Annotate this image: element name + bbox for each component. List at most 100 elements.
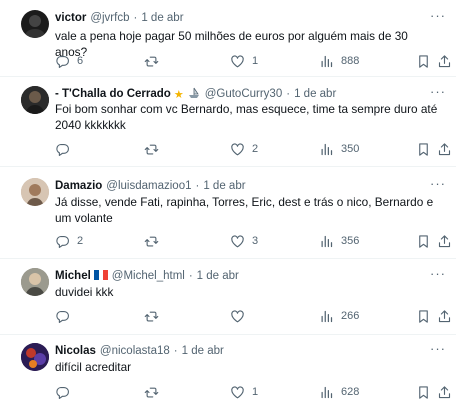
retweet-button[interactable] bbox=[144, 52, 166, 70]
timestamp[interactable]: 1 de abr bbox=[294, 88, 336, 100]
more-icon[interactable]: ··· bbox=[430, 8, 446, 23]
share-button[interactable] bbox=[437, 383, 452, 401]
bookmark-icon bbox=[416, 142, 431, 157]
reply-icon bbox=[55, 234, 70, 249]
bookmark-button[interactable] bbox=[416, 307, 431, 325]
boat-badge-icon bbox=[187, 87, 201, 102]
bookmark-button[interactable] bbox=[416, 383, 431, 401]
separator-dot: · bbox=[173, 345, 178, 357]
timestamp[interactable]: 1 de abr bbox=[182, 345, 224, 357]
separator-dot: · bbox=[286, 88, 291, 100]
like-button[interactable]: 3 bbox=[230, 232, 258, 250]
reply-icon bbox=[55, 54, 70, 69]
more-icon[interactable]: ··· bbox=[430, 176, 446, 191]
tweet-text: Já disse, vende Fati, rapinha, Torres, E… bbox=[55, 195, 434, 225]
tweet[interactable]: - T'Challa do Cerrado ★ @GutoCurry30 · 1… bbox=[0, 77, 456, 167]
views-button[interactable]: 356 bbox=[319, 232, 359, 250]
view-count: 628 bbox=[341, 386, 360, 398]
retweet-icon bbox=[144, 385, 159, 400]
share-button[interactable] bbox=[437, 140, 452, 158]
avatar[interactable] bbox=[21, 343, 49, 371]
bookmark-button[interactable] bbox=[416, 232, 431, 250]
tweet[interactable]: Nicolas @nicolasta18 · 1 de abr ··· difí… bbox=[0, 335, 456, 412]
reply-button[interactable]: 2 bbox=[55, 232, 83, 250]
like-button[interactable]: 2 bbox=[230, 140, 258, 158]
tweet-text: Foi bom sonhar com vc Bernardo, mas esqu… bbox=[55, 102, 438, 132]
like-count: 1 bbox=[252, 55, 259, 67]
share-icon bbox=[437, 309, 452, 324]
author-handle[interactable]: @nicolasta18 bbox=[100, 345, 170, 357]
reply-button[interactable] bbox=[55, 140, 77, 158]
tweet[interactable]: Michel @Michel_html · 1 de abr ··· duvid… bbox=[0, 259, 456, 335]
retweet-button[interactable] bbox=[144, 307, 166, 325]
like-button[interactable]: 1 bbox=[230, 383, 258, 401]
share-icon bbox=[437, 54, 452, 69]
avatar[interactable] bbox=[21, 178, 49, 206]
author-handle[interactable]: @Michel_html bbox=[112, 270, 185, 282]
more-icon[interactable]: ··· bbox=[430, 341, 446, 356]
author-handle[interactable]: @jvrfcb bbox=[90, 12, 129, 24]
more-icon[interactable]: ··· bbox=[430, 84, 446, 99]
avatar[interactable] bbox=[21, 86, 49, 114]
timestamp[interactable]: 1 de abr bbox=[203, 180, 245, 192]
share-icon bbox=[437, 234, 452, 249]
heart-icon bbox=[230, 309, 245, 324]
retweet-button[interactable] bbox=[144, 383, 166, 401]
author-name[interactable]: Nicolas bbox=[55, 345, 96, 357]
share-icon bbox=[437, 142, 452, 157]
timestamp[interactable]: 1 de abr bbox=[141, 12, 183, 24]
tweet-header: - T'Challa do Cerrado ★ @GutoCurry30 · 1… bbox=[55, 86, 336, 102]
reply-button[interactable] bbox=[55, 307, 77, 325]
views-icon bbox=[319, 309, 334, 324]
retweet-button[interactable] bbox=[144, 140, 166, 158]
views-button[interactable]: 888 bbox=[319, 52, 359, 70]
share-button[interactable] bbox=[437, 52, 452, 70]
like-button[interactable]: 1 bbox=[230, 52, 258, 70]
tweet-header: victor @jvrfcb · 1 de abr bbox=[55, 10, 184, 26]
tweet[interactable]: Damazio @luisdamazioo1 · 1 de abr ··· Já… bbox=[0, 167, 456, 259]
views-icon bbox=[319, 385, 334, 400]
bookmark-button[interactable] bbox=[416, 140, 431, 158]
timestamp[interactable]: 1 de abr bbox=[197, 270, 239, 282]
action-bar: 2 3 356 bbox=[55, 232, 450, 250]
reply-button[interactable]: 6 bbox=[55, 52, 83, 70]
avatar[interactable] bbox=[21, 268, 49, 296]
author-name[interactable]: Damazio bbox=[55, 180, 102, 192]
like-count: 1 bbox=[252, 386, 259, 398]
share-icon bbox=[437, 385, 452, 400]
author-name[interactable]: victor bbox=[55, 12, 86, 24]
heart-icon bbox=[230, 234, 245, 249]
action-bar: 266 bbox=[55, 307, 450, 325]
view-count: 356 bbox=[341, 235, 360, 247]
views-button[interactable]: 350 bbox=[319, 140, 359, 158]
reply-icon bbox=[55, 385, 70, 400]
bookmark-icon bbox=[416, 309, 431, 324]
share-button[interactable] bbox=[437, 307, 452, 325]
reply-count: 6 bbox=[77, 55, 84, 67]
author-name[interactable]: - T'Challa do Cerrado bbox=[55, 88, 171, 100]
separator-dot: · bbox=[133, 12, 138, 24]
reply-icon bbox=[55, 142, 70, 157]
views-icon bbox=[319, 142, 334, 157]
like-button[interactable] bbox=[230, 307, 252, 325]
bookmark-icon bbox=[416, 234, 431, 249]
tweet[interactable]: victor @jvrfcb · 1 de abr ··· vale a pen… bbox=[0, 0, 456, 77]
share-button[interactable] bbox=[437, 232, 452, 250]
view-count: 350 bbox=[341, 143, 360, 155]
retweet-button[interactable] bbox=[144, 232, 166, 250]
star-badge-icon: ★ bbox=[173, 88, 184, 101]
views-button[interactable]: 628 bbox=[319, 383, 359, 401]
more-icon[interactable]: ··· bbox=[430, 266, 446, 281]
view-count: 266 bbox=[341, 310, 360, 322]
author-handle[interactable]: @luisdamazioo1 bbox=[106, 180, 191, 192]
like-count: 3 bbox=[252, 235, 259, 247]
author-handle[interactable]: @GutoCurry30 bbox=[205, 88, 283, 100]
avatar[interactable] bbox=[21, 10, 49, 38]
views-button[interactable]: 266 bbox=[319, 307, 359, 325]
reply-icon bbox=[55, 309, 70, 324]
author-name[interactable]: Michel bbox=[55, 270, 91, 282]
retweet-icon bbox=[144, 54, 159, 69]
views-icon bbox=[319, 54, 334, 69]
bookmark-button[interactable] bbox=[416, 52, 431, 70]
reply-button[interactable] bbox=[55, 383, 77, 401]
